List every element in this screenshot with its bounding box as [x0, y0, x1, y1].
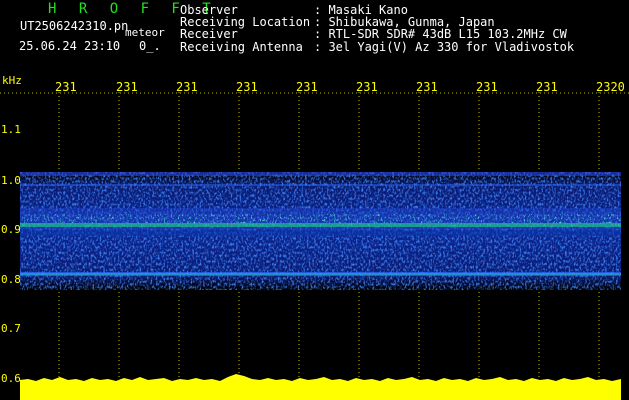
file-name: UT2506242310.pn: [20, 19, 129, 33]
status-text: 0_.: [139, 39, 161, 53]
timestamp: 25.06.24 23:10: [19, 39, 121, 53]
spectrogram-noise-band: [20, 172, 621, 290]
info-key: Receiving Antenna: [180, 39, 303, 54]
info-row-antenna: Receiving Antenna : 3el Yagi(V) Az 330 fo…: [180, 39, 575, 54]
detection-tag: meteor: [125, 26, 165, 39]
spectrogram-plot: [0, 92, 629, 400]
axis-unit: kHz: [2, 74, 22, 87]
info-key: Receiver: [180, 27, 238, 42]
signal-power-trace: [20, 374, 621, 400]
info-value: : 3el Yagi(V) Az 330 for Vladivostok: [314, 39, 575, 54]
station-info: Observer: Masaki Kano Receiving Location…: [180, 4, 574, 53]
